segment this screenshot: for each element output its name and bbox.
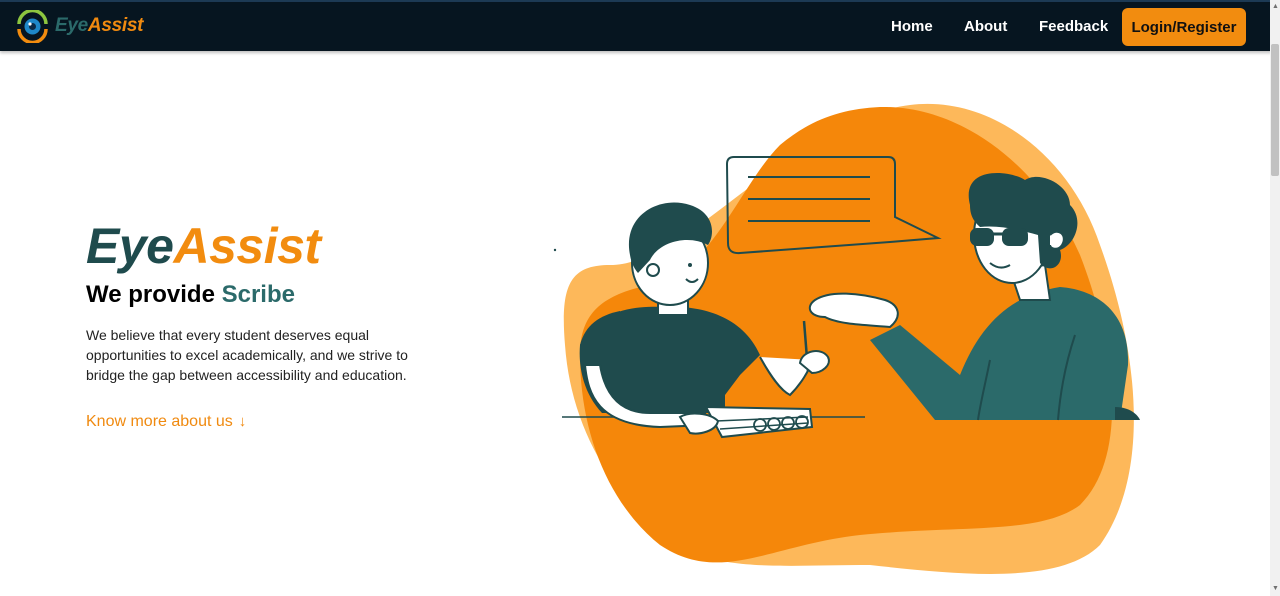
hero-illustration: [553, 103, 1140, 574]
hero-title: EyeAssist: [86, 218, 321, 274]
page-scrollbar[interactable]: ▲ ▼: [1270, 0, 1280, 596]
know-more-link[interactable]: Know more about us ↓: [86, 413, 246, 431]
nav-about-link[interactable]: About: [964, 18, 1007, 35]
eye-logo-icon[interactable]: [16, 10, 49, 43]
scroll-down-icon[interactable]: ▼: [1272, 585, 1279, 592]
hero-title-part2: Assist: [173, 218, 321, 274]
nav-feedback-link[interactable]: Feedback: [1039, 18, 1108, 35]
hero-subtitle-prefix: We provide: [86, 281, 222, 308]
hero-title-part1: Eye: [86, 218, 174, 274]
login-register-button[interactable]: Login/Register: [1122, 8, 1246, 46]
brand-name-part1: Eye: [55, 15, 88, 36]
know-more-label: Know more about us: [86, 413, 233, 430]
scroll-up-icon[interactable]: ▲: [1272, 3, 1279, 10]
hero-description: We believe that every student deserves e…: [86, 327, 408, 383]
scrollbar-thumb[interactable]: [1271, 44, 1279, 176]
nav-home-link[interactable]: Home: [891, 18, 933, 35]
hero-subtitle-accent: Scribe: [221, 281, 295, 308]
hero-subtitle: We provide Scribe: [86, 281, 295, 309]
brand-name-part2: Assist: [87, 15, 144, 36]
arrow-down-icon: ↓: [238, 413, 247, 430]
brand-name[interactable]: EyeAssist: [55, 15, 143, 37]
navbar: EyeAssist Home About Feedback Login/Regi…: [0, 2, 1272, 51]
